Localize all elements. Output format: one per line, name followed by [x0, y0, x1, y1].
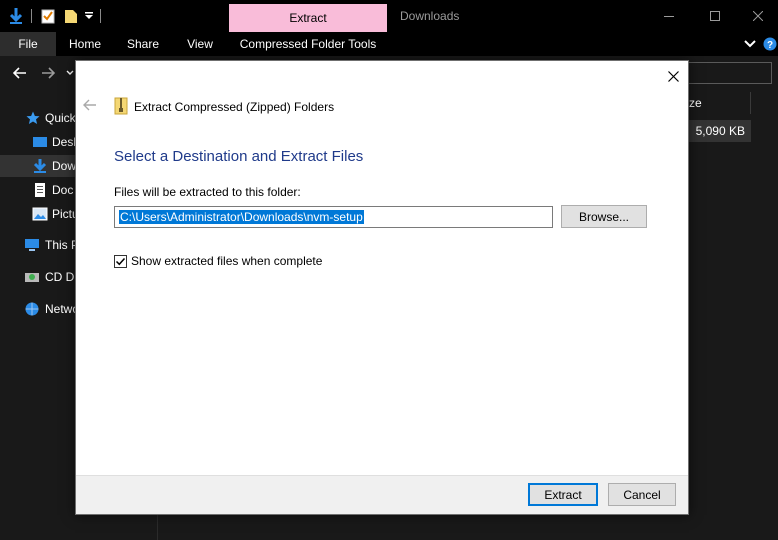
tab-compressed-folder-tools[interactable]: Compressed Folder Tools [229, 32, 387, 56]
dialog-heading: Select a Destination and Extract Files [114, 148, 364, 165]
search-input[interactable] [688, 62, 772, 84]
minimize-button[interactable] [646, 0, 692, 32]
window-title: Downloads [400, 9, 460, 23]
maximize-button[interactable] [692, 0, 738, 32]
download-arrow-icon [32, 158, 48, 174]
network-icon [24, 301, 40, 317]
tab-file[interactable]: File [0, 32, 56, 56]
explorer-titlebar: Extract Downloads [0, 0, 778, 32]
show-extracted-files-option[interactable]: Show extracted files when complete [114, 253, 322, 269]
sidebar-item-label: Dow [52, 159, 77, 173]
ribbon-expand-icon[interactable] [744, 35, 758, 53]
dialog-footer: Extract Cancel [76, 475, 688, 514]
new-folder-icon[interactable] [62, 6, 80, 26]
close-window-button[interactable] [738, 0, 778, 32]
zip-folder-icon [114, 97, 128, 115]
desktop-icon [32, 134, 48, 150]
sidebar-item-label: This P [45, 238, 80, 252]
sidebar-item-label: Netwo [45, 302, 80, 316]
file-size-cell: 5,090 KB [689, 120, 751, 142]
pictures-icon [32, 206, 48, 222]
tab-share[interactable]: Share [114, 32, 172, 56]
sidebar-item-label: Doc [52, 183, 74, 197]
download-arrow-icon[interactable] [6, 6, 26, 26]
cancel-button[interactable]: Cancel [608, 483, 676, 506]
star-icon [25, 110, 41, 126]
cd-drive-icon [24, 269, 40, 285]
extract-dialog: Extract Compressed (Zipped) Folders Sele… [75, 60, 689, 515]
destination-path-text: C:\Users\Administrator\Downloads\nvm-set… [119, 210, 364, 224]
browse-button[interactable]: Browse... [561, 205, 647, 228]
ribbon-tabs: File Home Share View Compressed Folder T… [0, 32, 778, 56]
dialog-close-button[interactable] [662, 65, 684, 87]
tab-home[interactable]: Home [56, 32, 114, 56]
column-header-size[interactable]: ze [689, 92, 751, 114]
documents-icon [32, 182, 48, 198]
forward-arrow-icon[interactable] [38, 64, 58, 82]
extract-button[interactable]: Extract [528, 483, 598, 506]
properties-icon[interactable] [39, 6, 57, 26]
sidebar-item-label: Quick [45, 111, 76, 125]
svg-text:?: ? [767, 40, 773, 51]
dialog-back-arrow-icon[interactable] [82, 97, 98, 113]
sidebar-item-label: CD Dr [45, 270, 79, 284]
show-extracted-files-label: Show extracted files when complete [131, 254, 323, 268]
qat-separator [31, 9, 32, 23]
dialog-title: Extract Compressed (Zipped) Folders [134, 100, 335, 114]
this-pc-icon [24, 237, 40, 253]
help-icon[interactable]: ? [763, 35, 777, 53]
destination-path-input[interactable]: C:\Users\Administrator\Downloads\nvm-set… [114, 206, 553, 228]
back-arrow-icon[interactable] [10, 64, 30, 82]
customize-qat-icon[interactable] [83, 6, 95, 26]
destination-label: Files will be extracted to this folder: [114, 185, 301, 199]
tab-view[interactable]: View [172, 32, 228, 56]
context-tab-extract[interactable]: Extract [229, 4, 387, 32]
show-extracted-files-checkbox[interactable] [114, 254, 127, 268]
qat-separator [100, 9, 101, 23]
